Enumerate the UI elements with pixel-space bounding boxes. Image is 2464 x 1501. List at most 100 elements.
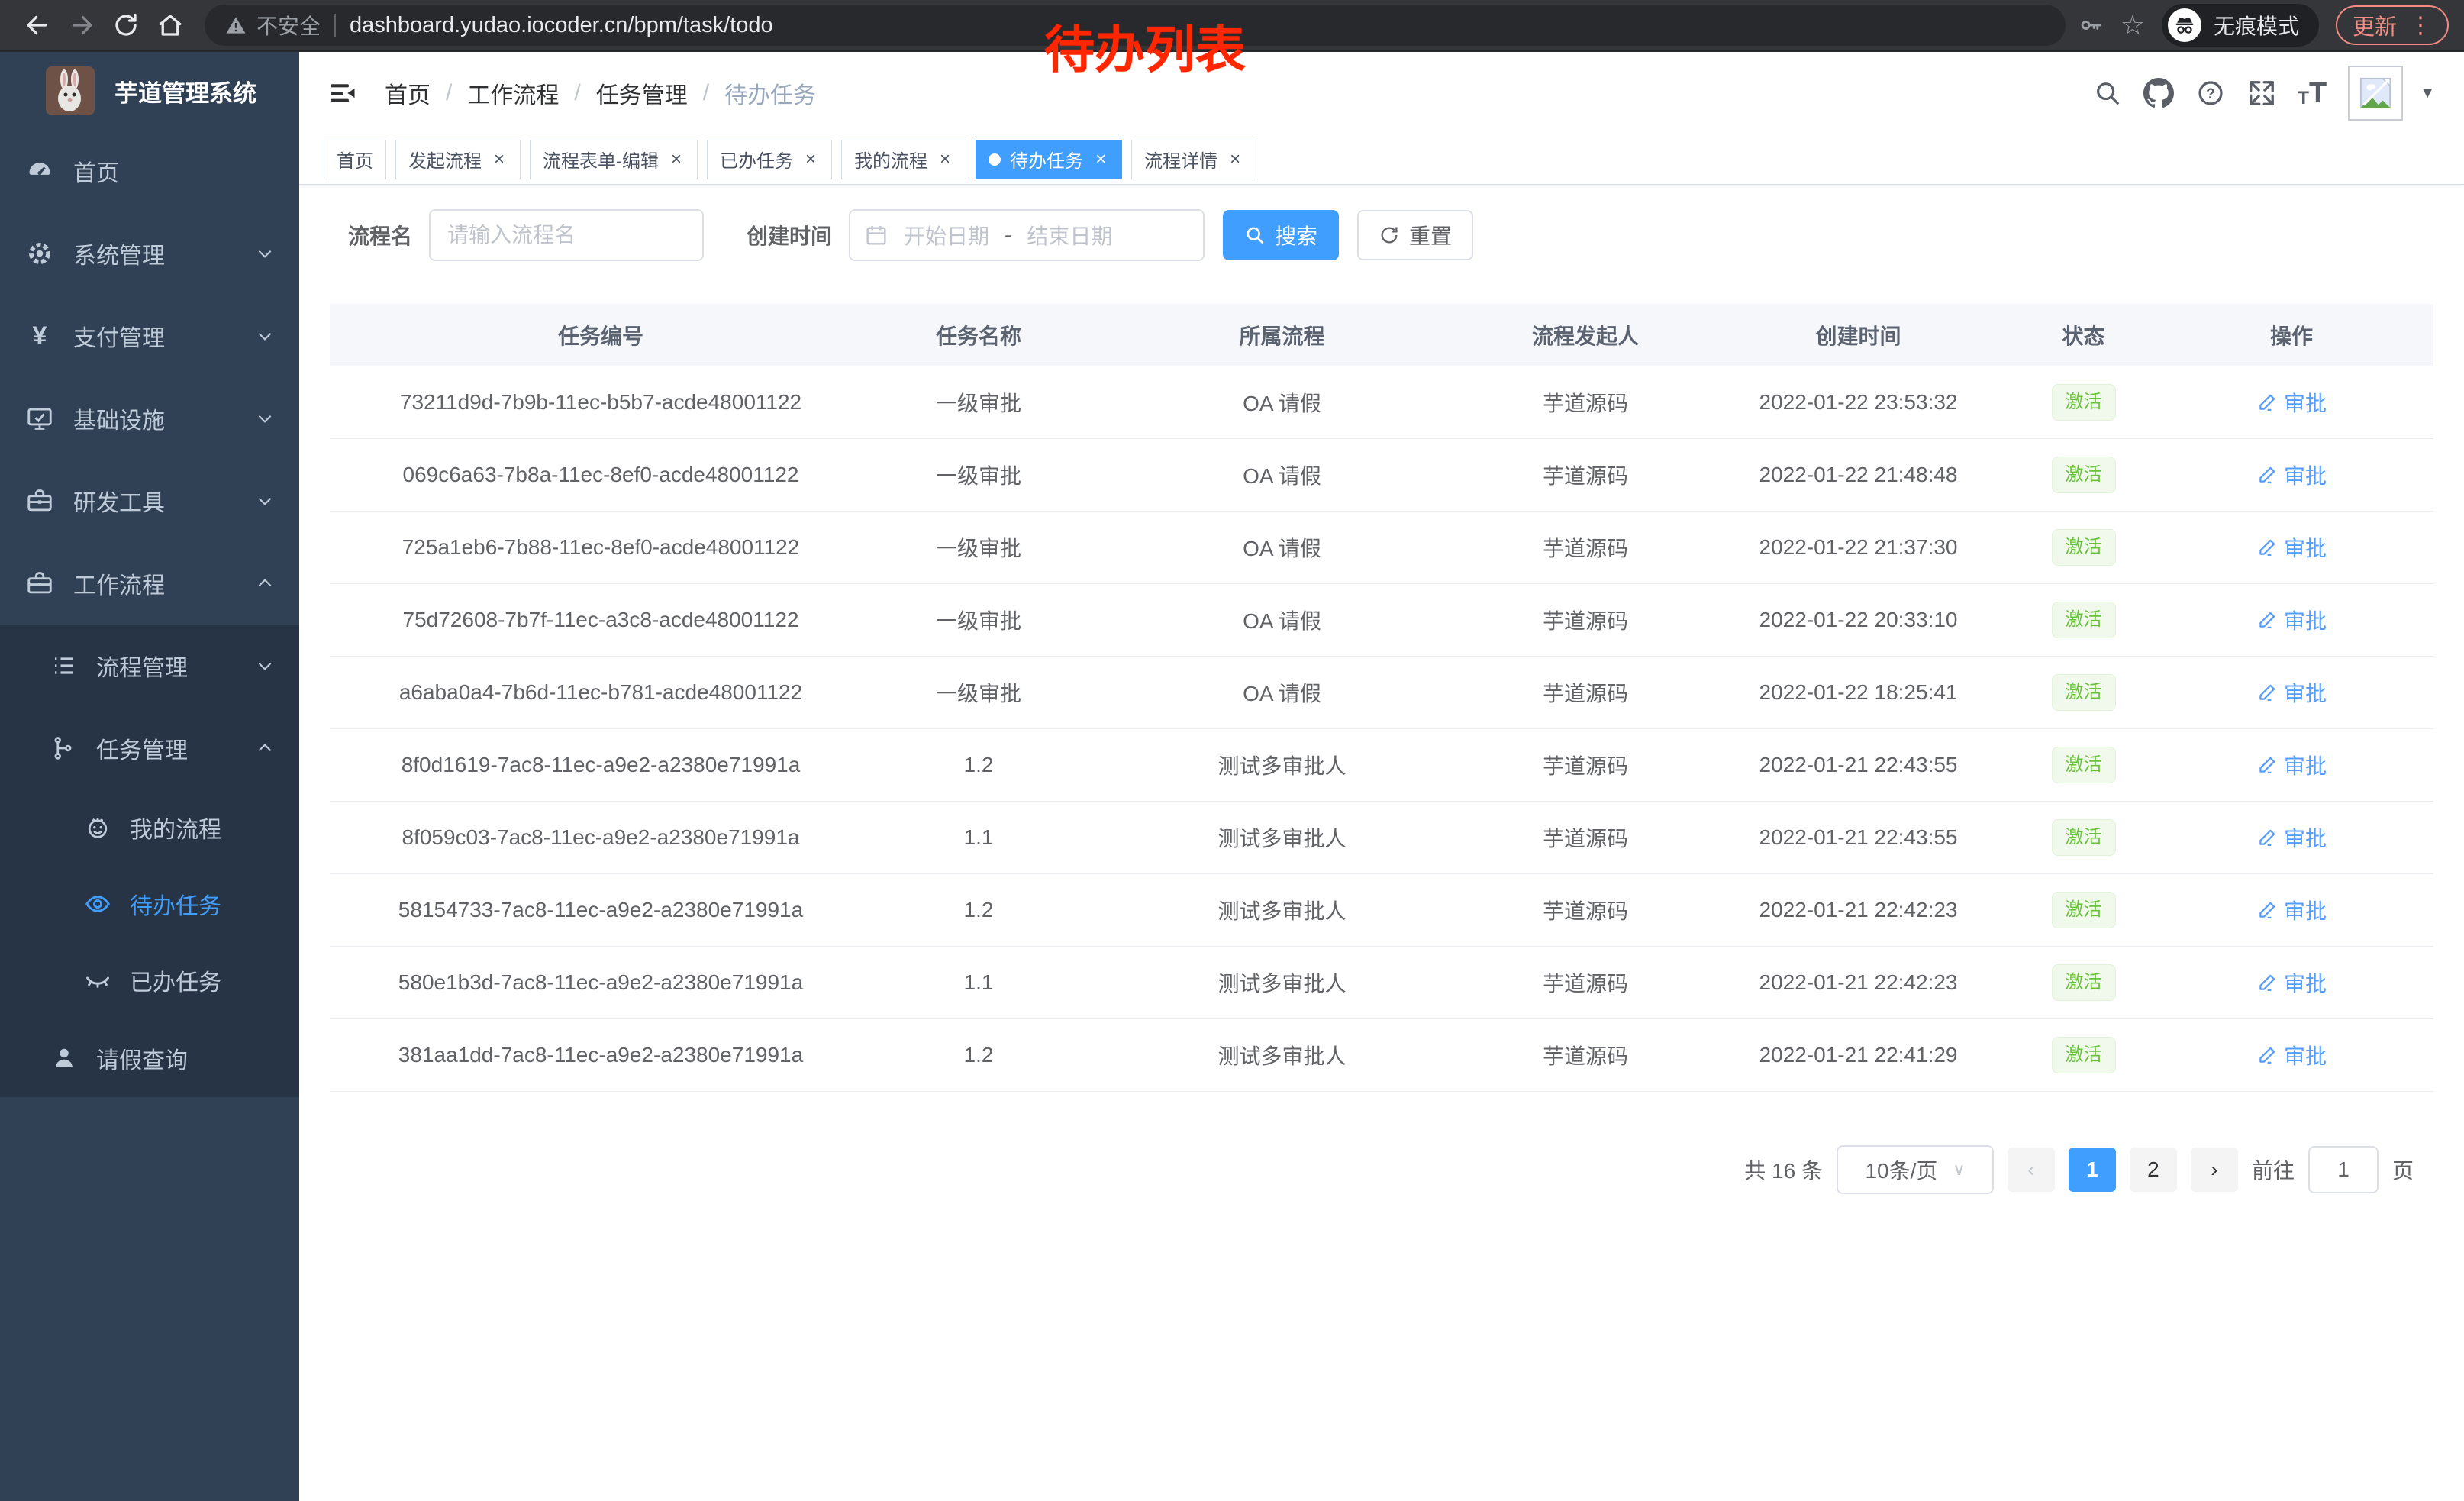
cell-task-id: 580e1b3d-7ac8-11ec-a9e2-a2380e71991a [330, 970, 872, 995]
hamburger-icon[interactable] [328, 79, 357, 108]
edit-icon [2256, 682, 2278, 703]
cell-action: 审批 [2143, 967, 2440, 999]
sidebar-item-label: 工作流程 [73, 567, 165, 600]
caret-down-icon[interactable]: ▼ [2420, 85, 2435, 102]
approve-link[interactable]: 审批 [2256, 967, 2327, 998]
prev-page-button[interactable]: ‹ [2008, 1148, 2055, 1192]
page-button-1[interactable]: 1 [2069, 1148, 2116, 1192]
table-row: a6aba0a4-7b6d-11ec-b781-acde48001122一级审批… [330, 657, 2433, 729]
breadcrumb-home[interactable]: 首页 [385, 76, 431, 110]
yen-icon: ¥ [23, 323, 56, 349]
browser-forward-icon[interactable] [60, 3, 104, 47]
update-label[interactable]: 更新 [2353, 9, 2397, 41]
cell-created: 2022-01-22 20:33:10 [1692, 608, 2024, 632]
search-icon[interactable] [2093, 79, 2122, 108]
tab-process-form-edit[interactable]: 流程表单-编辑× [530, 140, 698, 179]
cell-task-id: 8f059c03-7ac8-11ec-a9e2-a2380e71991a [330, 825, 872, 850]
cell-action: 审批 [2143, 750, 2440, 781]
browser-back-icon[interactable] [15, 3, 60, 47]
approve-link[interactable]: 审批 [2256, 895, 2327, 925]
approve-link[interactable]: 审批 [2256, 387, 2327, 418]
toolbox-icon [23, 486, 56, 515]
reset-button[interactable]: 重置 [1357, 210, 1473, 260]
font-size-icon[interactable]: TT [2298, 79, 2327, 108]
browser-home-icon[interactable] [148, 3, 192, 47]
page-size-select[interactable]: 10条/页 ∨ [1837, 1145, 1994, 1194]
github-icon[interactable] [2143, 78, 2174, 108]
tab-home[interactable]: 首页 [324, 140, 386, 179]
col-starter: 流程发起人 [1479, 320, 1692, 350]
tab-my-process[interactable]: 我的流程× [841, 140, 966, 179]
approve-link[interactable]: 审批 [2256, 460, 2327, 490]
sidebar-item-task-management[interactable]: 任务管理 [0, 707, 299, 789]
approve-link[interactable]: 审批 [2256, 677, 2327, 708]
tab-done-tasks[interactable]: 已办任务× [707, 140, 832, 179]
tab-process-detail[interactable]: 流程详情× [1131, 140, 1256, 179]
bookmark-star-icon[interactable]: ☆ [2121, 11, 2145, 39]
help-icon[interactable]: ? [2195, 78, 2226, 108]
annotation-todo-list: 待办列表 [1044, 9, 1246, 82]
total-count: 共 16 条 [1744, 1154, 1823, 1185]
cell-created: 2022-01-22 21:48:48 [1692, 463, 2024, 487]
table-row: 381aa1dd-7ac8-11ec-a9e2-a2380e71991a1.2测… [330, 1019, 2433, 1092]
page-button-2[interactable]: 2 [2130, 1148, 2177, 1192]
tab-start-process[interactable]: 发起流程× [395, 140, 521, 179]
chevron-down-icon [255, 326, 275, 346]
active-dot [989, 153, 1001, 166]
breadcrumb-workflow[interactable]: 工作流程 [467, 76, 559, 110]
url-text[interactable]: dashboard.yudao.iocoder.cn/bpm/task/todo [350, 13, 773, 38]
key-icon[interactable] [2078, 12, 2104, 38]
fullscreen-icon[interactable] [2247, 79, 2276, 108]
person-icon [47, 1044, 81, 1072]
browser-update-button[interactable]: 更新 ⋮ [2336, 5, 2449, 45]
sidebar-item-system[interactable]: 系统管理 [0, 212, 299, 295]
search-button[interactable]: 搜索 [1223, 210, 1339, 260]
cell-status: 激活 [2024, 602, 2143, 638]
tab-todo-tasks[interactable]: 待办任务× [976, 140, 1122, 179]
cell-task-id: 58154733-7ac8-11ec-a9e2-a2380e71991a [330, 898, 872, 922]
browser-refresh-icon[interactable] [104, 3, 148, 47]
sidebar-item-process-management[interactable]: 流程管理 [0, 625, 299, 707]
status-badge: 激活 [2052, 384, 2116, 421]
close-icon[interactable]: × [491, 149, 508, 170]
edit-icon [2256, 392, 2278, 413]
approve-link[interactable]: 审批 [2256, 605, 2327, 635]
next-page-button[interactable]: › [2191, 1148, 2238, 1192]
close-icon[interactable]: × [1227, 149, 1243, 170]
app-logo[interactable]: 芋道管理系统 [0, 52, 299, 130]
cell-process: OA 请假 [1085, 605, 1479, 635]
close-icon[interactable]: × [937, 149, 953, 170]
sidebar-item-payment[interactable]: ¥ 支付管理 [0, 295, 299, 377]
sidebar-item-todo-tasks[interactable]: 待办任务 [0, 866, 299, 942]
cell-process: 测试多审批人 [1085, 1040, 1479, 1070]
avatar[interactable] [2348, 66, 2403, 121]
sidebar-item-infrastructure[interactable]: 基础设施 [0, 377, 299, 460]
sidebar-item-workflow[interactable]: 工作流程 [0, 542, 299, 625]
sidebar-item-home[interactable]: 首页 [0, 130, 299, 212]
approve-link[interactable]: 审批 [2256, 1040, 2327, 1070]
process-name-label: 流程名 [348, 220, 412, 250]
goto-page-input[interactable] [2308, 1146, 2379, 1193]
sidebar-item-my-process[interactable]: 我的流程 [0, 789, 299, 866]
edit-icon [2256, 899, 2278, 921]
sidebar-item-leave-query[interactable]: 请假查询 [0, 1018, 299, 1097]
cell-process: OA 请假 [1085, 532, 1479, 563]
cell-action: 审批 [2143, 822, 2440, 854]
approve-link[interactable]: 审批 [2256, 822, 2327, 853]
date-range-picker[interactable]: 开始日期 - 结束日期 [849, 209, 1205, 261]
security-label[interactable]: 不安全 [256, 10, 321, 40]
monitor-icon [23, 404, 56, 433]
approve-link[interactable]: 审批 [2256, 750, 2327, 780]
sidebar-item-done-tasks[interactable]: 已办任务 [0, 942, 299, 1018]
close-icon[interactable]: × [668, 149, 685, 170]
close-icon[interactable]: × [1092, 149, 1109, 170]
cell-status: 激活 [2024, 674, 2143, 711]
chevron-down-icon: ∨ [1953, 1160, 1965, 1180]
process-name-input[interactable] [429, 209, 704, 261]
close-icon[interactable]: × [802, 149, 819, 170]
chevron-down-icon [255, 491, 275, 511]
sidebar-item-dev-tools[interactable]: 研发工具 [0, 460, 299, 542]
breadcrumb-task-management[interactable]: 任务管理 [596, 76, 688, 110]
approve-link[interactable]: 审批 [2256, 532, 2327, 563]
browser-menu-icon[interactable]: ⋮ [2409, 12, 2432, 39]
